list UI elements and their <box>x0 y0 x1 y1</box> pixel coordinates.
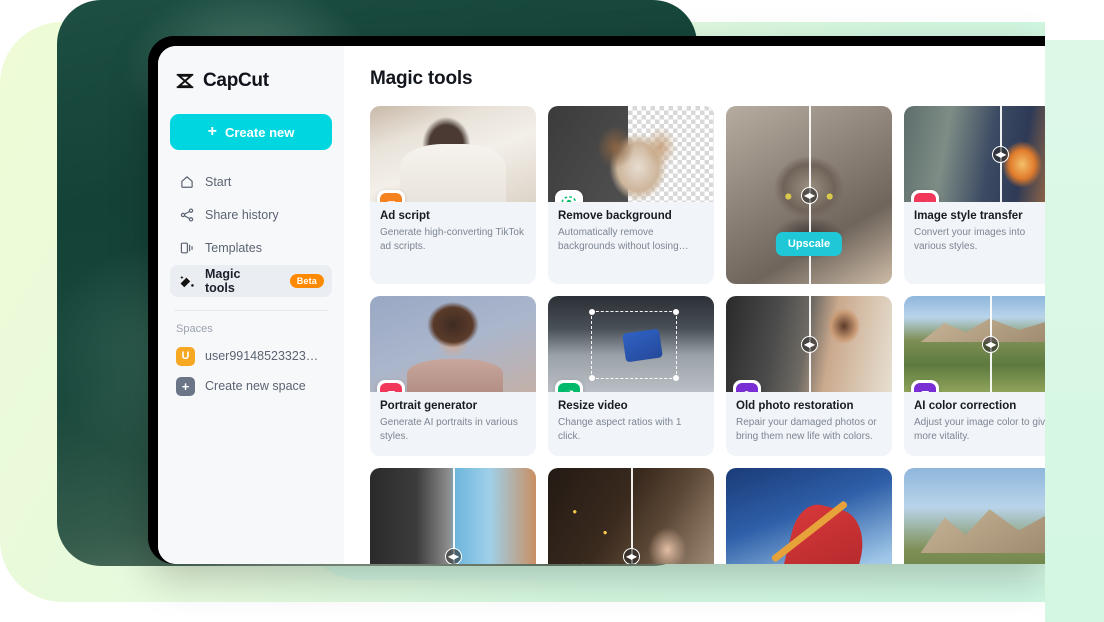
tool-card-body: Ad script Generate high-converting TikTo… <box>370 202 536 266</box>
tool-card-remove-background[interactable]: Remove background Automatically remove b… <box>548 106 714 284</box>
tool-title: Old photo restoration <box>736 400 854 412</box>
plus-square-icon: + <box>176 376 195 396</box>
tool-title: Ad script <box>380 210 430 222</box>
space-item-user[interactable]: U user9914852332318'… <box>170 341 332 371</box>
sidebar-item-templates[interactable]: Templates <box>170 232 332 264</box>
plus-icon: + <box>207 123 217 140</box>
tool-description: Adjust your image color to give it more … <box>914 417 1045 442</box>
tool-card-body: Portrait generator Generate AI portraits… <box>370 392 536 456</box>
tool-description: Generate high-converting TikTok ad scrip… <box>380 227 524 252</box>
magic-wand-icon <box>178 273 195 290</box>
tool-card-row3-3[interactable] <box>726 467 892 564</box>
avatar: U <box>176 346 195 366</box>
sidebar-item-label: Start <box>205 175 232 189</box>
templates-icon <box>178 240 195 257</box>
tool-description: Convert your images into various styles. <box>914 227 1026 252</box>
tool-card-upscale[interactable]: ◀▶ Upscale <box>726 106 892 284</box>
home-icon <box>178 174 195 191</box>
window-right-cutoff <box>1045 0 1104 622</box>
beta-badge: Beta <box>289 274 324 288</box>
app-window: CapCut + Create new Start Share history … <box>158 46 1045 564</box>
tool-card-body: Image style transfer Convert your images… <box>904 202 1045 266</box>
space-item-create-new[interactable]: + Create new space <box>170 371 332 401</box>
sidebar-nav: Start Share history Templates Magic tool… <box>170 166 332 297</box>
tool-thumbnail <box>548 296 714 392</box>
portrait-generator-icon <box>377 380 405 392</box>
sidebar-item-label: Share history <box>205 208 279 222</box>
tool-card-body: AI color correction Adjust your image co… <box>904 392 1045 456</box>
ski-element <box>770 500 848 563</box>
tool-card-image-style-transfer[interactable]: ◀▶ Image style transfer Convert your ima… <box>904 106 1045 284</box>
tool-thumbnail: ◀▶ <box>548 467 714 564</box>
tool-thumbnail <box>726 467 892 564</box>
sidebar-item-start[interactable]: Start <box>170 166 332 198</box>
create-new-button[interactable]: + Create new <box>170 114 332 150</box>
tool-title: AI color correction <box>914 400 1017 412</box>
window-right-cutoff-top <box>1045 0 1104 40</box>
tool-title: Portrait generator <box>380 400 478 412</box>
sidebar-item-magic-tools[interactable]: Magic tools Beta <box>170 265 332 297</box>
spaces-section-label: Spaces <box>176 323 213 335</box>
page-title: Magic tools <box>370 68 473 89</box>
main-content: Magic tools Ad script Generate high-conv… <box>344 46 1045 564</box>
space-name: Create new space <box>205 379 306 393</box>
tool-description: Generate AI portraits in various styles. <box>380 417 518 442</box>
magic-tools-grid: Ad script Generate high-converting TikTo… <box>370 106 1045 564</box>
tool-card-resize-video[interactable]: Resize video Change aspect ratios with 1… <box>548 296 714 456</box>
brand-name: CapCut <box>203 70 269 91</box>
tool-description: Change aspect ratios with 1 click. <box>558 417 682 442</box>
tool-title: Resize video <box>558 400 628 412</box>
tool-description: Repair your damaged photos or bring them… <box>736 417 877 442</box>
tool-card-row3-1[interactable]: ◀▶ <box>370 467 536 564</box>
tool-card-old-photo-restoration[interactable]: ◀▶ Old photo restoration Repair your dam… <box>726 296 892 456</box>
compare-slider-handle[interactable]: ◀▶ <box>622 548 640 564</box>
dog-subject <box>584 119 688 202</box>
compare-slider-handle[interactable]: ◀▶ <box>991 145 1009 163</box>
upscale-badge: Upscale <box>775 232 843 256</box>
ai-color-correction-icon <box>911 380 939 392</box>
crop-overlay <box>589 309 680 381</box>
tool-card-row3-2[interactable]: ◀▶ <box>548 467 714 564</box>
space-name: user9914852332318'… <box>205 349 325 363</box>
resize-video-icon <box>555 380 583 392</box>
compare-slider-handle[interactable]: ◀▶ <box>444 548 462 564</box>
tool-thumbnail <box>904 467 1045 564</box>
compare-slider-handle[interactable]: ◀▶ <box>800 186 818 204</box>
tool-thumbnail: ◀▶ <box>904 106 1045 202</box>
tool-thumbnail <box>370 106 536 202</box>
remove-background-icon <box>555 190 583 202</box>
brand[interactable]: CapCut <box>170 62 332 94</box>
tool-title: Image style transfer <box>914 210 1023 222</box>
old-photo-restoration-icon <box>733 380 761 392</box>
tool-thumbnail <box>548 106 714 202</box>
tool-card-row3-4[interactable] <box>904 467 1045 564</box>
tool-title: Remove background <box>558 210 672 222</box>
share-icon <box>178 207 195 224</box>
image-style-transfer-icon <box>911 190 939 202</box>
sidebar-item-share-history[interactable]: Share history <box>170 199 332 231</box>
ad-script-icon <box>377 190 405 202</box>
tool-thumbnail <box>370 296 536 392</box>
tool-card-ai-color-correction[interactable]: ◀▶ AI color correction Adjust your image… <box>904 296 1045 456</box>
create-new-label: Create new <box>224 124 295 140</box>
tool-thumbnail: ◀▶ Upscale <box>726 106 892 284</box>
sidebar-item-label: Magic tools <box>205 267 241 295</box>
sidebar: CapCut + Create new Start Share history … <box>158 46 344 564</box>
tool-thumbnail: ◀▶ <box>370 467 536 564</box>
tool-card-body: Remove background Automatically remove b… <box>548 202 714 266</box>
tool-description: Automatically remove backgrounds without… <box>558 227 689 252</box>
tool-thumbnail: ◀▶ <box>904 296 1045 392</box>
tool-card-body: Resize video Change aspect ratios with 1… <box>548 392 714 456</box>
tool-card-body: Old photo restoration Repair your damage… <box>726 392 892 456</box>
tool-thumbnail: ◀▶ <box>726 296 892 392</box>
device-frame: CapCut + Create new Start Share history … <box>148 36 1045 564</box>
sidebar-item-label: Templates <box>205 241 262 255</box>
capcut-logo-icon <box>174 70 196 92</box>
compare-slider-handle[interactable]: ◀▶ <box>800 335 818 353</box>
tool-card-ad-script[interactable]: Ad script Generate high-converting TikTo… <box>370 106 536 284</box>
screenshot-stage: CapCut + Create new Start Share history … <box>0 0 1104 622</box>
tool-card-portrait-generator[interactable]: Portrait generator Generate AI portraits… <box>370 296 536 456</box>
compare-slider-handle[interactable]: ◀▶ <box>981 335 999 353</box>
